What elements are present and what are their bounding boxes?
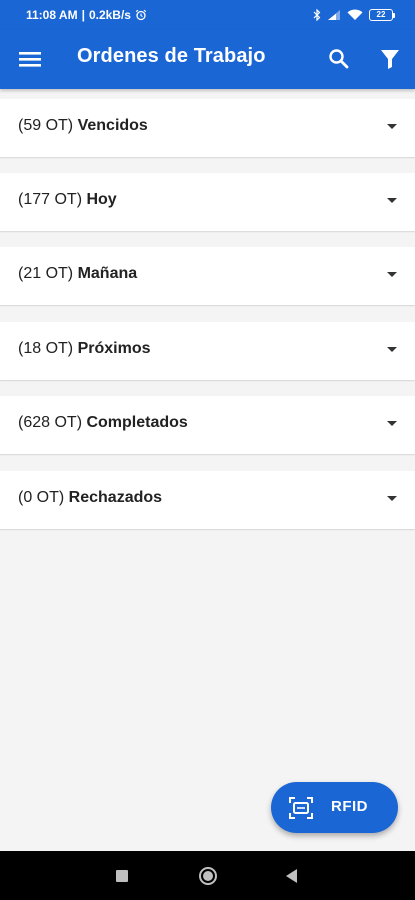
home-icon[interactable]: [199, 867, 217, 885]
section-count: (59 OT): [18, 117, 74, 134]
status-network-speed: 0.2kB/s: [88, 8, 131, 22]
battery-indicator: 22: [369, 9, 395, 21]
section-manana[interactable]: (21 OT) Mañana: [0, 247, 415, 305]
chevron-down-icon[interactable]: [387, 124, 397, 129]
rfid-button-label: RFID: [331, 798, 368, 815]
back-icon[interactable]: [286, 869, 297, 883]
section-name: Vencidos: [77, 117, 148, 134]
section-label: (0 OT) Rechazados: [18, 489, 162, 507]
section-count: (177 OT): [18, 191, 83, 208]
section-count: (0 OT): [18, 489, 65, 506]
menu-icon[interactable]: [19, 49, 41, 69]
section-label: (177 OT) Hoy: [18, 191, 117, 209]
section-name: Completados: [86, 414, 188, 431]
chevron-down-icon[interactable]: [387, 421, 397, 426]
section-completados[interactable]: (628 OT) Completados: [0, 396, 415, 454]
chevron-down-icon[interactable]: [387, 198, 397, 203]
status-bar: 11:08 AM | 0.2kB/s 22: [0, 0, 415, 30]
chevron-down-icon[interactable]: [387, 496, 397, 501]
section-name: Hoy: [86, 191, 117, 208]
section-count: (18 OT): [18, 340, 74, 357]
status-left: 11:08 AM | 0.2kB/s: [26, 8, 147, 22]
section-count: (21 OT): [18, 265, 74, 282]
section-label: (18 OT) Próximos: [18, 340, 151, 358]
status-separator: |: [81, 8, 85, 22]
search-icon[interactable]: [327, 47, 351, 71]
section-hoy[interactable]: (177 OT) Hoy: [0, 173, 415, 231]
chevron-down-icon[interactable]: [387, 347, 397, 352]
section-label: (59 OT) Vencidos: [18, 117, 148, 135]
page-title: Ordenes de Trabajo: [77, 45, 266, 67]
status-time: 11:08 AM: [26, 8, 78, 22]
app-bar: Ordenes de Trabajo: [0, 30, 415, 89]
section-count: (628 OT): [18, 414, 83, 431]
alarm-icon: [135, 9, 147, 21]
rfid-button[interactable]: RFID: [271, 782, 398, 833]
section-name: Mañana: [77, 265, 138, 282]
status-right: 22: [313, 9, 395, 21]
section-label: (628 OT) Completados: [18, 414, 188, 432]
chevron-down-icon[interactable]: [387, 272, 397, 277]
section-proximos[interactable]: (18 OT) Próximos: [0, 322, 415, 380]
bluetooth-icon: [313, 9, 321, 21]
system-nav-bar: [0, 851, 415, 900]
section-name: Rechazados: [68, 489, 163, 506]
recents-icon[interactable]: [116, 870, 128, 882]
scan-icon: [289, 797, 313, 819]
wifi-icon: [347, 9, 363, 20]
section-name: Próximos: [77, 340, 151, 357]
section-vencidos[interactable]: (59 OT) Vencidos: [0, 99, 415, 157]
section-rechazados[interactable]: (0 OT) Rechazados: [0, 471, 415, 529]
filter-icon[interactable]: [378, 47, 402, 71]
signal-icon: [328, 10, 340, 20]
section-label: (21 OT) Mañana: [18, 265, 137, 283]
